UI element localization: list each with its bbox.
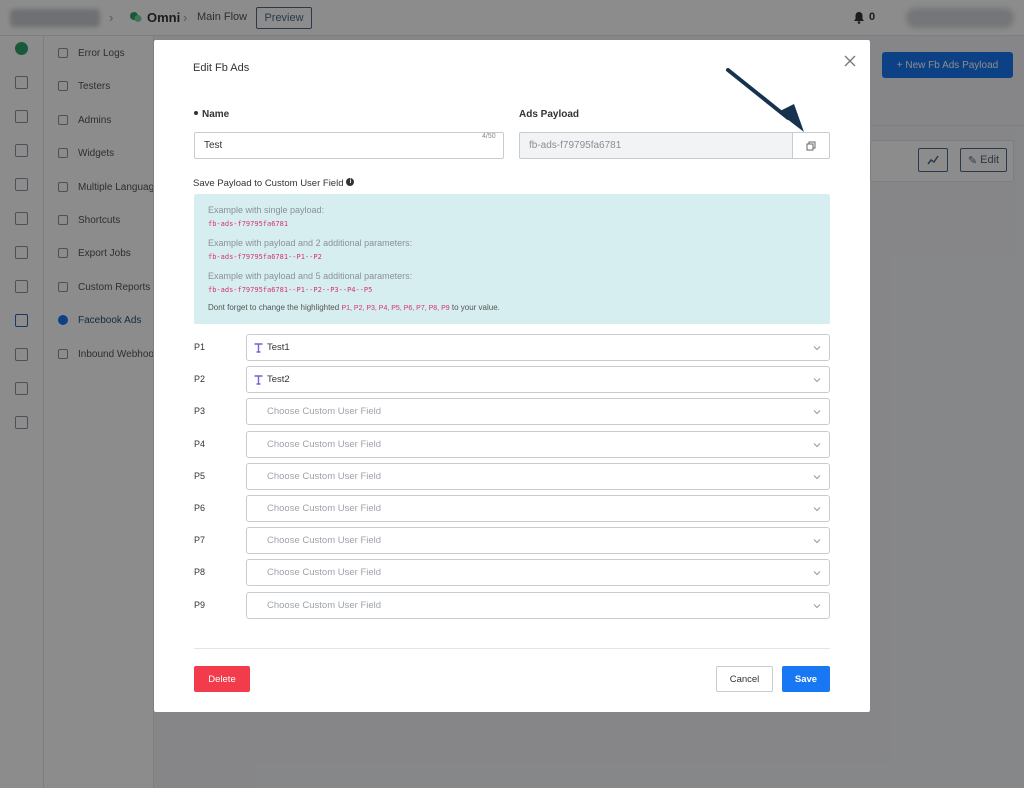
text-type-icon (254, 343, 263, 353)
example-five-title: Example with payload and 5 additional pa… (208, 271, 413, 281)
param-placeholder: Choose Custom User Field (267, 600, 382, 611)
required-dot (194, 111, 198, 116)
chevron-down-icon (813, 346, 821, 351)
chevron-down-icon (813, 443, 821, 448)
param-select-3[interactable]: Choose Custom User Field (246, 398, 830, 425)
param-placeholder: Choose Custom User Field (267, 439, 382, 450)
param-label-3: P3 (194, 406, 206, 416)
delete-button[interactable]: Delete (194, 666, 250, 692)
copy-icon (806, 141, 816, 150)
param-select-5[interactable]: Choose Custom User Field (246, 463, 830, 490)
param-label-9: P9 (194, 600, 206, 610)
param-select-7[interactable]: Choose Custom User Field (246, 527, 830, 554)
param-select-9[interactable]: Choose Custom User Field (246, 592, 830, 619)
example-note: Dont forget to change the highlighted P1… (208, 303, 500, 312)
ads-payload-label: Ads Payload (519, 109, 580, 120)
example-two-title: Example with payload and 2 additional pa… (208, 238, 413, 248)
param-label-6: P6 (194, 503, 206, 513)
chevron-down-icon (813, 475, 821, 480)
param-select-8[interactable]: Choose Custom User Field (246, 559, 830, 586)
close-icon[interactable] (843, 54, 857, 68)
example-single-title: Example with single payload: (208, 205, 325, 215)
annotation-arrow-icon (726, 68, 804, 132)
param-label-1: P1 (194, 342, 206, 352)
param-placeholder: Choose Custom User Field (267, 567, 382, 578)
info-icon[interactable]: i (346, 178, 355, 187)
name-char-count: 4/50 (482, 133, 496, 140)
param-label-2: P2 (194, 374, 206, 384)
param-label-5: P5 (194, 471, 206, 481)
param-select-1[interactable]: Test1 (246, 334, 830, 361)
name-label: Name (194, 109, 229, 120)
param-placeholder: Choose Custom User Field (267, 471, 382, 482)
cancel-button[interactable]: Cancel (716, 666, 773, 692)
example-two-code: fb-ads-f79795fa6781--P1--P2 (208, 253, 322, 261)
param-label-4: P4 (194, 439, 206, 449)
chevron-down-icon (813, 507, 821, 512)
chevron-down-icon (813, 378, 821, 383)
param-label-8: P8 (194, 567, 206, 577)
param-placeholder: Choose Custom User Field (267, 406, 382, 417)
param-placeholder: Choose Custom User Field (267, 535, 382, 546)
chevron-down-icon (813, 539, 821, 544)
text-type-icon (254, 375, 263, 385)
param-placeholder: Choose Custom User Field (267, 503, 382, 514)
chevron-down-icon (813, 410, 821, 415)
name-input[interactable] (194, 132, 504, 159)
modal-divider (194, 648, 830, 649)
example-single-code: fb-ads-f79795fa6781 (208, 220, 289, 228)
save-payload-label: Save Payload to Custom User Field i (193, 178, 355, 189)
param-value: Test1 (267, 342, 290, 353)
chevron-down-icon (813, 571, 821, 576)
chevron-down-icon (813, 604, 821, 609)
example-five-code: fb-ads-f79795fa6781--P1--P2--P3--P4--P5 (208, 286, 373, 294)
param-select-2[interactable]: Test2 (246, 366, 830, 393)
param-value: Test2 (267, 374, 290, 385)
payload-examples-box: Example with single payload: fb-ads-f797… (194, 194, 830, 324)
param-select-4[interactable]: Choose Custom User Field (246, 431, 830, 458)
edit-fb-ads-modal: Edit Fb Ads Name 4/50 Ads Payload Save P… (154, 40, 870, 712)
param-select-6[interactable]: Choose Custom User Field (246, 495, 830, 522)
save-button[interactable]: Save (782, 666, 830, 692)
modal-title: Edit Fb Ads (193, 62, 250, 74)
param-label-7: P7 (194, 535, 206, 545)
